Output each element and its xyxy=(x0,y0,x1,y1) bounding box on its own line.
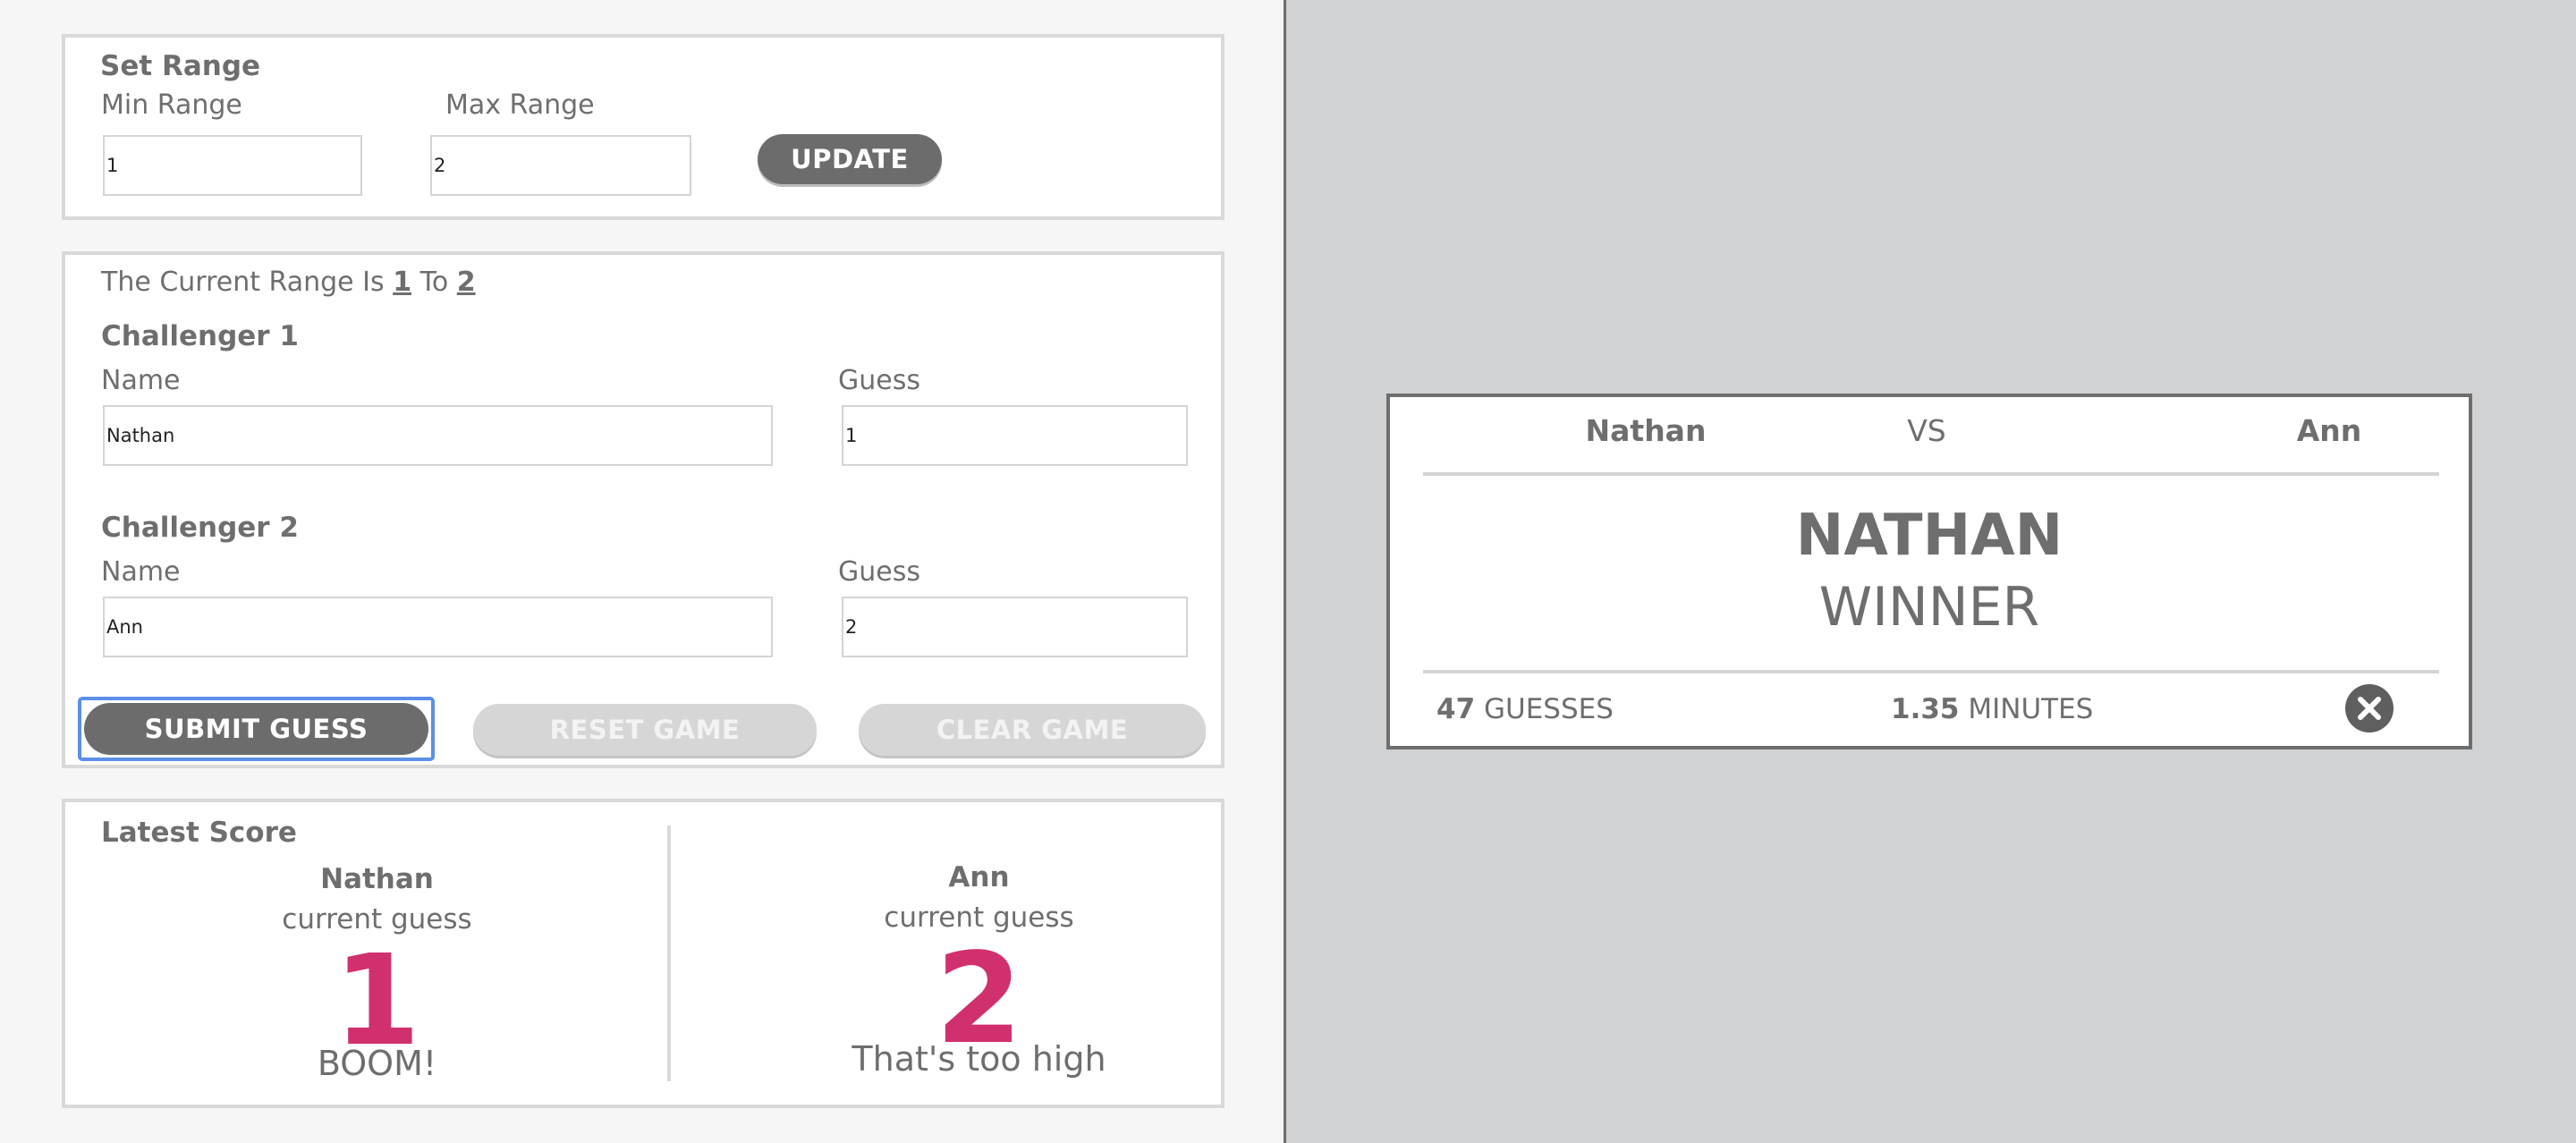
minutes-stat: 1.35 MINUTES xyxy=(1891,693,2093,725)
winner-card-player-2: Ann xyxy=(2296,413,2362,448)
challenger2-name-input[interactable] xyxy=(103,597,773,657)
game-controls-pane: Set Range Min Range Max Range UPDATE The… xyxy=(0,0,1286,1143)
challenger1-guess-input[interactable] xyxy=(842,405,1188,466)
min-range-input[interactable] xyxy=(103,135,362,196)
current-range-min: 1 xyxy=(393,267,412,298)
winner-card-vs: VS xyxy=(1907,413,1946,448)
winner-card: Nathan VS Ann NATHAN WINNER 47 GUESSES 1… xyxy=(1386,394,2472,749)
min-range-label: Min Range xyxy=(101,89,242,121)
challenger1-name-input[interactable] xyxy=(103,405,773,466)
guesses-label: GUESSES xyxy=(1484,693,1614,725)
max-range-input[interactable] xyxy=(430,135,691,196)
score-card-player-1: Nathan current guess 1 BOOM! xyxy=(87,802,667,1105)
app-page: Set Range Min Range Max Range UPDATE The… xyxy=(0,0,2576,1143)
max-range-label: Max Range xyxy=(445,89,595,121)
challenger2-guess-input[interactable] xyxy=(842,597,1188,657)
current-range-to: To xyxy=(419,267,449,298)
winner-card-bottom-divider xyxy=(1423,670,2439,673)
guesses-count: 47 xyxy=(1436,693,1476,725)
set-range-title: Set Range xyxy=(100,50,261,82)
score-divider xyxy=(667,826,671,1081)
minutes-value: 1.35 xyxy=(1891,693,1960,725)
winner-card-top-divider xyxy=(1423,472,2439,476)
clear-game-button[interactable]: CLEAR GAME xyxy=(859,704,1206,756)
score-player-name: Nathan xyxy=(320,863,434,895)
close-circle-icon xyxy=(2358,697,2381,720)
submit-guess-button[interactable]: SUBMIT GUESS xyxy=(84,703,428,755)
set-range-panel: Set Range Min Range Max Range UPDATE xyxy=(62,34,1224,220)
latest-score-panel: Latest Score Nathan current guess 1 BOOM… xyxy=(62,799,1224,1108)
winner-label: WINNER xyxy=(1818,576,2040,639)
guesses-stat: 47 GUESSES xyxy=(1436,693,1614,725)
update-button[interactable]: UPDATE xyxy=(758,134,942,184)
score-player-name: Ann xyxy=(948,861,1010,893)
challenger1-guess-label: Guess xyxy=(838,365,920,396)
score-feedback-message: BOOM! xyxy=(317,1044,437,1083)
score-card-player-2: Ann current guess 2 That's too high xyxy=(689,802,1269,1105)
challenger2-title: Challenger 2 xyxy=(101,512,299,544)
minutes-label: MINUTES xyxy=(1968,693,2094,725)
challenger1-title: Challenger 1 xyxy=(101,320,299,352)
results-pane: Nathan VS Ann NATHAN WINNER 47 GUESSES 1… xyxy=(1286,0,2576,1143)
score-feedback-message: That's too high xyxy=(852,1039,1106,1079)
winner-card-player-1: Nathan xyxy=(1585,413,1707,448)
reset-game-button[interactable]: RESET GAME xyxy=(473,704,817,756)
current-range-text: The Current Range Is 1 To 2 xyxy=(101,267,476,298)
challengers-panel: The Current Range Is 1 To 2 Challenger 1… xyxy=(62,251,1224,768)
close-card-button[interactable] xyxy=(2345,684,2394,732)
challenger1-name-label: Name xyxy=(101,365,181,396)
current-range-max: 2 xyxy=(456,267,476,298)
challenger2-name-label: Name xyxy=(101,556,181,588)
challenger2-guess-label: Guess xyxy=(838,556,920,588)
submit-guess-focus-ring: SUBMIT GUESS xyxy=(78,697,435,761)
winner-name: NATHAN xyxy=(1795,503,2063,569)
current-range-prefix: The Current Range Is xyxy=(101,267,385,298)
